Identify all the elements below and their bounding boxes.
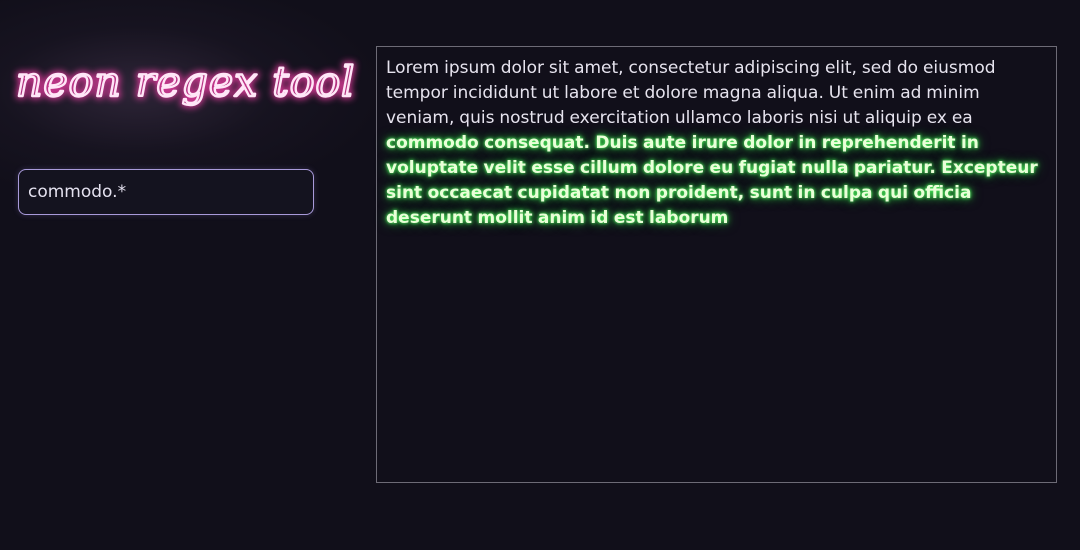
regex-match-highlight: commodo consequat. Duis aute irure dolor… [386,133,1038,228]
app-title: neon regex tool neon regex tool [13,40,357,130]
regex-input[interactable] [18,169,314,215]
unmatched-text: Lorem ipsum dolor sit amet, consectetur … [386,58,996,128]
neon-title-graphic: neon regex tool neon regex tool [13,55,357,109]
text-editor-panel[interactable]: Lorem ipsum dolor sit amet, consectetur … [376,46,1057,483]
title-text: neon regex tool [16,58,355,106]
editor-text[interactable]: Lorem ipsum dolor sit amet, consectetur … [386,56,1047,231]
